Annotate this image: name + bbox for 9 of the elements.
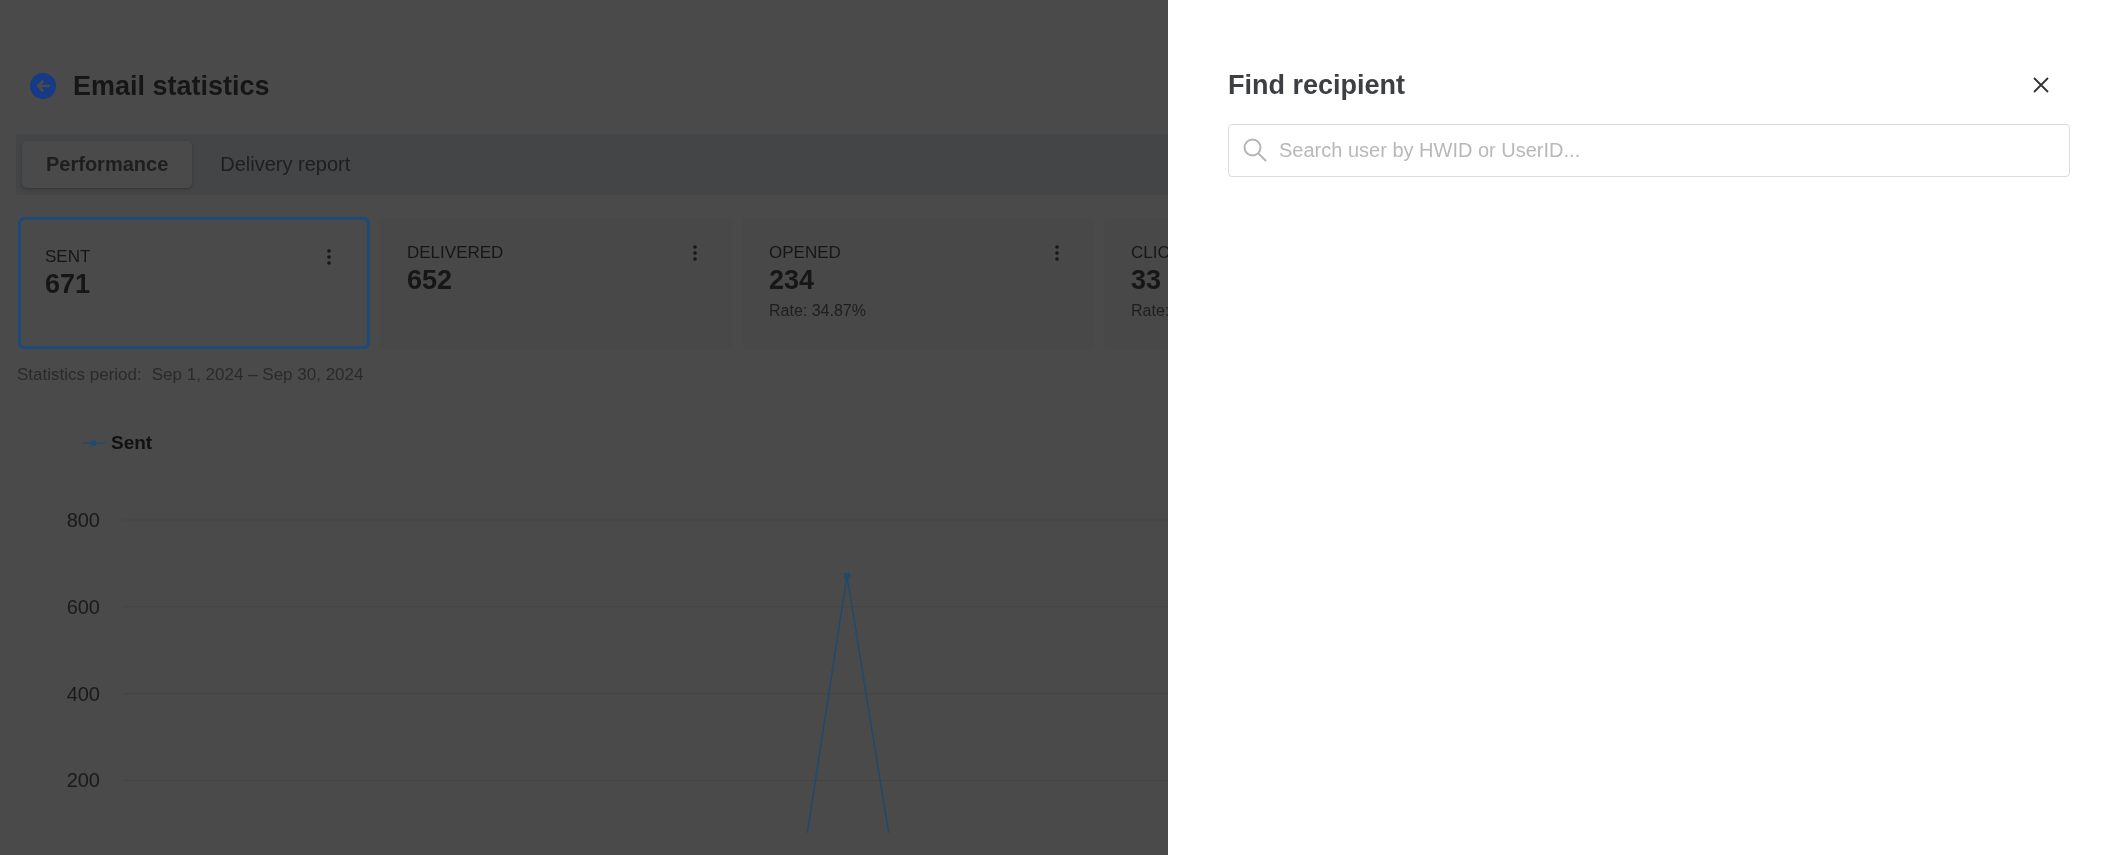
back-icon[interactable] (30, 73, 56, 99)
more-icon[interactable] (327, 249, 331, 265)
more-icon[interactable] (1055, 245, 1059, 261)
panel-title: Find recipient (1228, 69, 1406, 101)
search-field[interactable]: Search user by HWID or UserID... (1228, 124, 2070, 177)
legend-line-icon (83, 439, 105, 447)
more-icon[interactable] (693, 245, 697, 261)
close-icon[interactable] (2033, 77, 2049, 93)
legend-label: Sent (111, 432, 153, 454)
